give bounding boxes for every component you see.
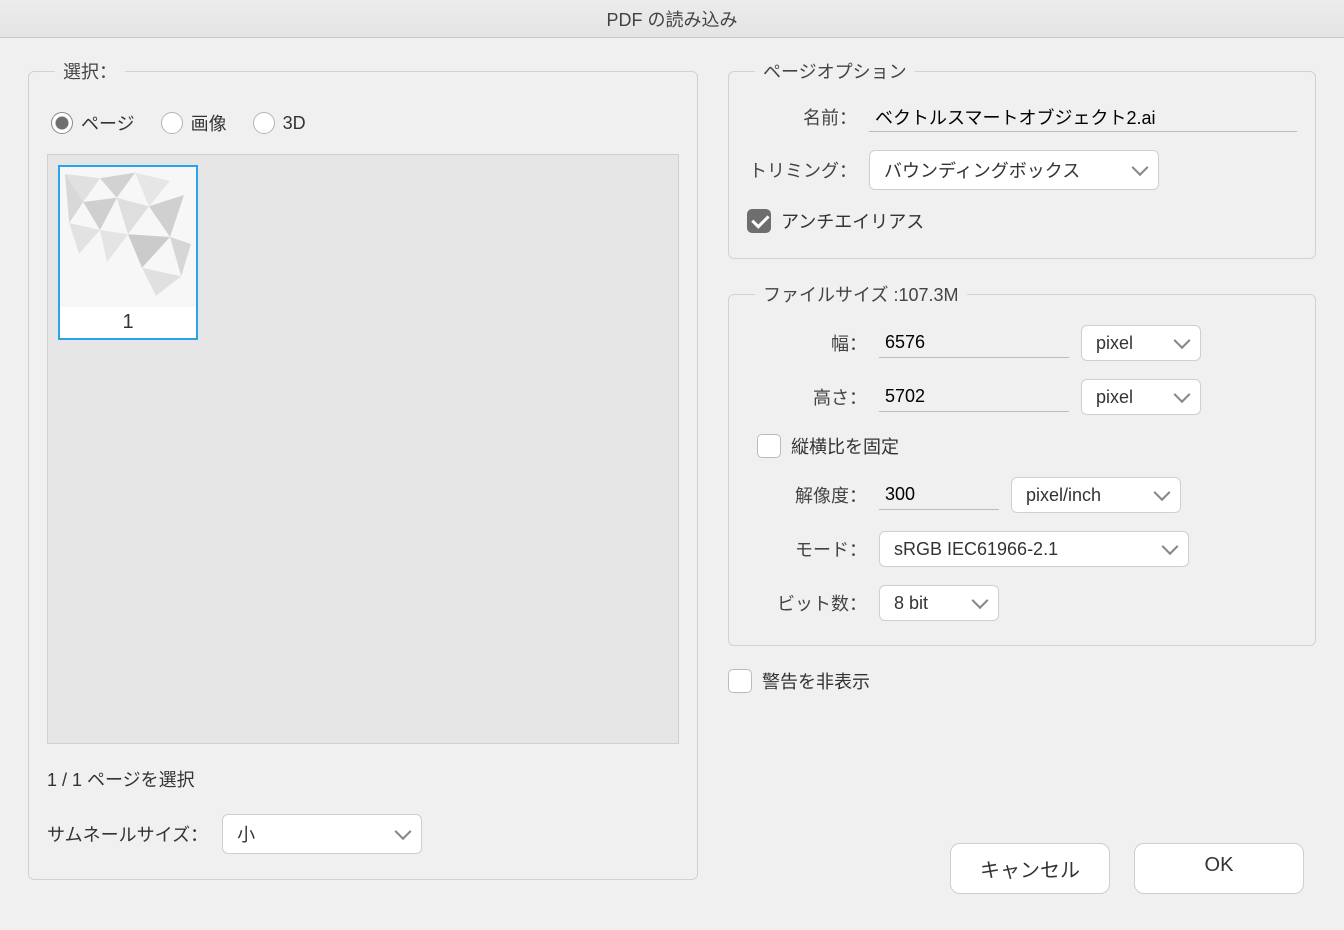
pages-selected-text: 1 / 1 ページを選択	[47, 766, 679, 792]
select-legend: 選択：	[55, 58, 125, 84]
ok-button[interactable]: OK	[1134, 843, 1304, 894]
name-input[interactable]	[869, 102, 1297, 132]
height-unit-select[interactable]: pixel	[1081, 379, 1201, 415]
mode-label: モード：	[747, 536, 867, 562]
thumbnail-number: 1	[60, 307, 196, 338]
radio-dot-icon	[161, 112, 183, 134]
checkbox-empty-icon	[728, 669, 752, 693]
resolution-label: 解像度：	[747, 482, 867, 508]
bit-label: ビット数：	[747, 590, 867, 616]
constrain-checkbox[interactable]: 縦横比を固定	[757, 433, 899, 459]
width-label: 幅：	[747, 330, 867, 356]
trim-select[interactable]: バウンディングボックス	[869, 150, 1159, 190]
radio-image-label: 画像	[191, 110, 227, 136]
constrain-label: 縦横比を固定	[791, 433, 899, 459]
page-options-group: ページオプション 名前： トリミング： バウンディングボックス アンチエイリアス	[728, 58, 1316, 259]
radio-dot-icon	[253, 112, 275, 134]
thumbnail-size-select[interactable]: 小	[222, 814, 422, 854]
cancel-button[interactable]: キャンセル	[950, 843, 1110, 894]
radio-3d-label: 3D	[283, 113, 306, 134]
width-unit-value: pixel	[1096, 333, 1133, 354]
file-size-group: ファイルサイズ :107.3M 幅： pixel 高さ： pixel 縦横比を固…	[728, 281, 1316, 646]
bit-value: 8 bit	[894, 593, 928, 614]
resolution-unit-select[interactable]: pixel/inch	[1011, 477, 1181, 513]
width-unit-select[interactable]: pixel	[1081, 325, 1201, 361]
radio-page[interactable]: ページ	[51, 110, 135, 136]
checkbox-check-icon	[747, 209, 771, 233]
radio-image[interactable]: 画像	[161, 110, 227, 136]
antialias-label: アンチエイリアス	[781, 208, 924, 234]
radio-3d[interactable]: 3D	[253, 112, 306, 134]
name-label: 名前：	[747, 104, 857, 130]
file-size-legend: ファイルサイズ :107.3M	[755, 281, 967, 307]
mode-value: sRGB IEC61966-2.1	[894, 539, 1058, 560]
radio-page-label: ページ	[81, 110, 135, 136]
bit-select[interactable]: 8 bit	[879, 585, 999, 621]
page-options-legend: ページオプション	[755, 58, 915, 84]
height-unit-value: pixel	[1096, 387, 1133, 408]
suppress-warnings-label: 警告を非表示	[762, 668, 870, 694]
resolution-unit-value: pixel/inch	[1026, 485, 1101, 506]
height-input[interactable]	[879, 382, 1069, 412]
thumbnail-area[interactable]: 1	[47, 154, 679, 744]
mode-select[interactable]: sRGB IEC61966-2.1	[879, 531, 1189, 567]
thumbnail-page-1[interactable]: 1	[58, 165, 198, 340]
width-input[interactable]	[879, 328, 1069, 358]
trim-label: トリミング：	[747, 157, 857, 183]
select-group: 選択： ページ 画像 3D	[28, 58, 698, 880]
thumbnail-size-value: 小	[237, 821, 255, 847]
radio-dot-icon	[51, 112, 73, 134]
height-label: 高さ：	[747, 384, 867, 410]
antialias-checkbox[interactable]: アンチエイリアス	[747, 208, 924, 234]
thumbnail-preview	[60, 167, 196, 307]
suppress-warnings-checkbox[interactable]: 警告を非表示	[728, 668, 870, 694]
trim-value: バウンディングボックス	[884, 157, 1080, 183]
thumbnail-size-label: サムネールサイズ：	[47, 821, 208, 847]
resolution-input[interactable]	[879, 480, 999, 510]
dialog-title: PDF の読み込み	[0, 0, 1344, 38]
checkbox-empty-icon	[757, 434, 781, 458]
